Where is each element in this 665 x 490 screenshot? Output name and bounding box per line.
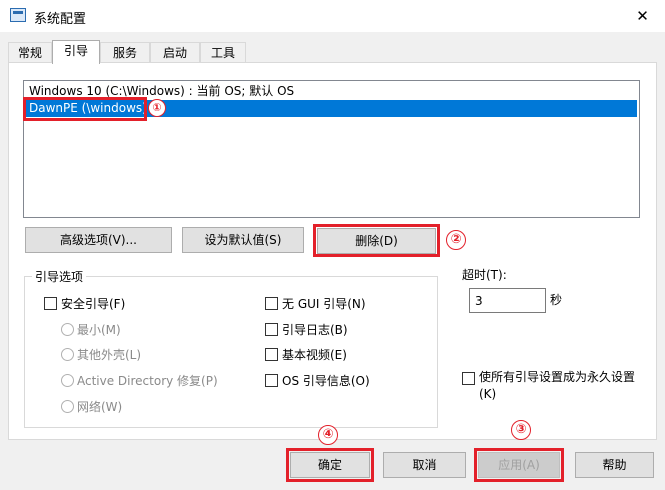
tab-startup[interactable]: 启动 [150,42,200,62]
highlight-box-delete [313,224,440,257]
set-default-button[interactable]: 设为默认值(S) [182,227,304,253]
os-boot-info-label: OS 引导信息(O) [282,374,370,388]
tab-tools[interactable]: 工具 [200,42,246,62]
window-title: 系统配置 [34,12,87,27]
timeout-input[interactable] [469,288,546,313]
tab-general[interactable]: 常规 [8,42,52,62]
tab-services[interactable]: 服务 [100,42,150,62]
network-label: 网络(W) [77,400,123,414]
boot-log-checkbox[interactable] [265,323,278,336]
make-permanent-label-key: (K) [479,387,497,401]
help-button[interactable]: 帮助 [575,452,654,478]
timeout-unit: 秒 [550,293,563,307]
close-icon[interactable]: ✕ [620,0,665,32]
highlight-box-apply [474,448,564,482]
os-boot-info-checkbox[interactable] [265,374,278,387]
highlight-box-ok [286,448,374,482]
timeout-label: 超时(T): [462,268,507,282]
step-badge-2: ② [446,230,466,250]
step-badge-1: ① [148,99,166,117]
make-permanent-checkbox[interactable] [462,372,475,385]
ad-repair-radio[interactable] [61,374,74,387]
alt-shell-label: 其他外壳(L) [77,348,142,362]
minimal-radio[interactable] [61,323,74,336]
no-gui-boot-label: 无 GUI 引导(N) [282,297,366,311]
safe-boot-checkbox[interactable] [44,297,57,310]
boot-log-label: 引导日志(B) [282,323,348,337]
make-permanent-label: 使所有引导设置成为永久设置 [479,370,636,384]
msconfig-app-icon [10,8,26,22]
step-badge-3: ③ [511,420,531,440]
minimal-label: 最小(M) [77,323,121,337]
advanced-options-button[interactable]: 高级选项(V)... [25,227,172,253]
highlight-box-dawnpe [23,97,147,121]
no-gui-boot-checkbox[interactable] [265,297,278,310]
boot-options-title: 引导选项 [32,268,87,285]
base-video-checkbox[interactable] [265,348,278,361]
title-bar [0,0,665,32]
ad-repair-label: Active Directory 修复(P) [77,374,218,388]
alt-shell-radio[interactable] [61,348,74,361]
network-radio[interactable] [61,400,74,413]
tab-boot[interactable]: 引导 [52,40,100,64]
base-video-label: 基本视频(E) [282,348,347,362]
safe-boot-label: 安全引导(F) [61,297,126,311]
step-badge-4: ④ [318,425,338,445]
cancel-button[interactable]: 取消 [383,452,466,478]
